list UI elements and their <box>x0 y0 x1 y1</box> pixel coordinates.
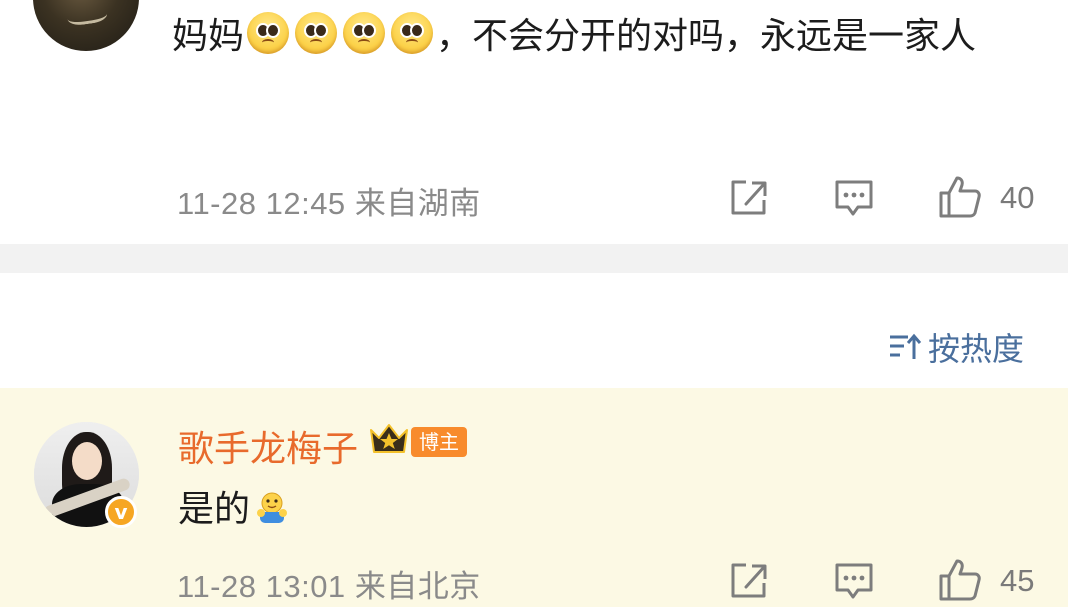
share-icon <box>731 180 767 215</box>
share-icon <box>731 563 767 598</box>
comment-text: 妈妈 ，不会分开的对吗，永远是一家人 <box>172 6 1012 68</box>
like-icon <box>939 559 981 601</box>
timestamp: 11-28 12:45 <box>177 186 346 221</box>
timestamp: 11-28 13:01 <box>177 569 346 604</box>
section-divider <box>0 244 1068 273</box>
avatar[interactable] <box>33 0 139 51</box>
like-count: 45 <box>1000 563 1035 598</box>
share-button[interactable] <box>728 178 770 218</box>
comment-meta: 11-28 12:45 来自湖南 <box>177 178 481 223</box>
comment-meta: 11-28 13:01 来自北京 <box>177 561 481 606</box>
pleading-face-emoji <box>247 12 290 54</box>
like-button[interactable] <box>937 557 983 603</box>
username[interactable]: 歌手龙梅子 <box>178 420 358 472</box>
sort-by-hot-button[interactable]: 按热度 <box>888 325 1024 369</box>
location: 来自湖南 <box>354 186 481 221</box>
sort-label: 按热度 <box>928 330 1025 368</box>
comment-icon <box>835 563 873 599</box>
blogger-badge: 博主 <box>411 427 467 457</box>
pleading-face-emoji <box>295 12 338 54</box>
pleading-face-emoji <box>343 12 386 54</box>
location: 来自北京 <box>354 569 481 604</box>
comment-text: 是的 <box>178 480 290 532</box>
pleading-face-emoji <box>391 12 434 54</box>
crown-icon <box>368 422 410 460</box>
share-button[interactable] <box>728 561 770 601</box>
verified-icon: v <box>105 496 137 528</box>
comment-button[interactable] <box>833 561 875 601</box>
like-icon <box>939 176 981 218</box>
like-button[interactable] <box>937 174 983 220</box>
sort-icon <box>890 333 922 359</box>
author-comment-card <box>0 388 1068 607</box>
like-count: 40 <box>1000 180 1035 215</box>
comment-icon <box>835 180 873 216</box>
hug-emoji <box>254 491 290 525</box>
comment-button[interactable] <box>833 178 875 218</box>
